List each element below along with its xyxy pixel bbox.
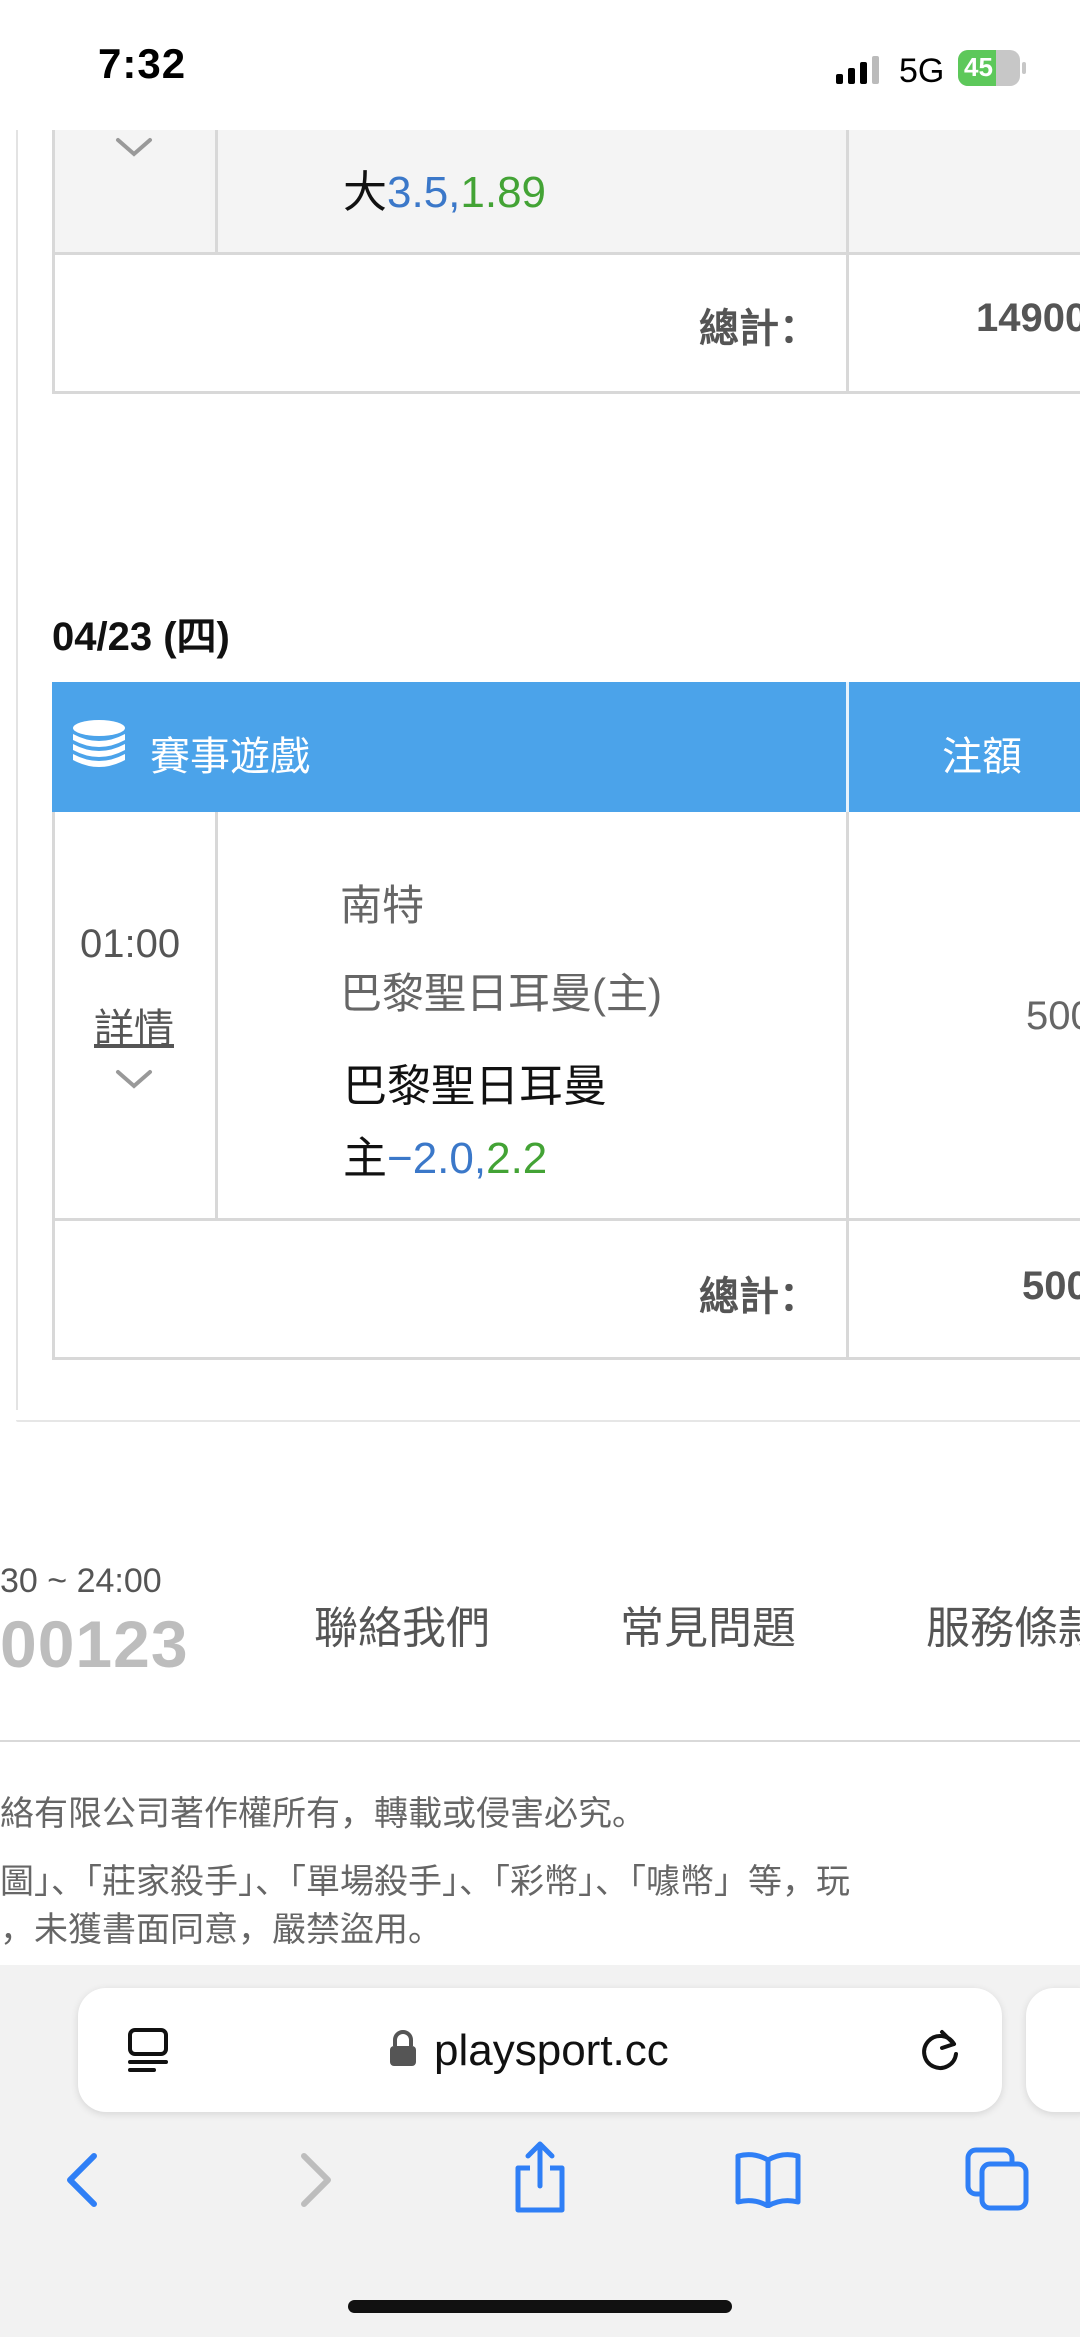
total-value: 500 [1022, 1264, 1080, 1308]
reload-icon[interactable] [914, 2024, 966, 2076]
pick-line: −2.0, [387, 1134, 487, 1183]
table-border [846, 812, 849, 1360]
chevron-down-icon[interactable] [114, 136, 154, 160]
pick-odds: 2.2 [486, 1134, 548, 1183]
url-text[interactable]: playsport.cc [434, 2026, 669, 2076]
bookmarks-icon[interactable] [734, 2150, 802, 2208]
content-frame-border [16, 130, 18, 1410]
previous-bet-pick: 大3.5,1.89 [343, 156, 546, 220]
share-icon[interactable] [510, 2140, 570, 2216]
away-team: 南特 [340, 882, 425, 929]
service-phone: 00123 [0, 1607, 189, 1681]
bet-odds: 1.89 [460, 168, 547, 217]
battery-level: 45 [964, 52, 993, 82]
section-date: 04/23 (四) [52, 615, 230, 659]
header-game-title: 賽事遊戲 [150, 735, 310, 779]
trademark-text-line-1: 圖」、「莊家殺手」、「單場殺手」、「彩幣」、「噱幣」等，玩 [0, 1863, 850, 1901]
pick-detail: 主−2.0,2.2 [343, 1122, 547, 1186]
game-time: 01:00 [80, 922, 181, 966]
lock-icon [390, 2030, 416, 2066]
forward-icon[interactable] [294, 2150, 338, 2210]
service-hours: 30 ~ 24:00 [0, 1562, 162, 1600]
home-indicator[interactable] [348, 2300, 732, 2313]
status-bar: 7:32 5G 45 [0, 0, 1080, 130]
table-border [215, 130, 218, 254]
table-border [52, 391, 1080, 394]
total-label: 總計： [699, 307, 819, 351]
network-type: 5G [899, 52, 945, 90]
game-details-link[interactable]: 詳情 [94, 996, 174, 1054]
pick-team: 巴黎聖日耳曼 [343, 1062, 607, 1111]
page-menu-icon[interactable] [124, 2026, 172, 2074]
status-time: 7:32 [98, 40, 187, 87]
bet-line: 3.5, [387, 168, 461, 217]
back-icon[interactable] [60, 2150, 104, 2210]
home-team: 巴黎聖日耳曼(主) [340, 970, 662, 1017]
previous-game-row [52, 130, 1080, 254]
footer-divider [0, 1740, 1080, 1742]
chevron-down-icon[interactable] [114, 1068, 154, 1092]
tabs-icon[interactable] [964, 2146, 1030, 2212]
table-border [52, 252, 1080, 255]
footer-link-terms[interactable]: 服務條款 [926, 1592, 1080, 1656]
coins-stack-icon [73, 720, 125, 767]
total-value: 14900 [976, 296, 1080, 340]
next-tab-preview[interactable] [1026, 1988, 1080, 2112]
table-border [215, 812, 218, 1220]
table-border [52, 130, 55, 394]
table-border [52, 1357, 1080, 1360]
content-frame-bottom [16, 1420, 1080, 1422]
cellular-signal-icon [836, 56, 879, 84]
total-label: 總計： [699, 1275, 819, 1319]
copyright-text: 絡有限公司著作權所有，轉載或侵害必究。 [0, 1795, 646, 1833]
pick-side: 主 [343, 1134, 387, 1183]
bet-type: 大 [343, 168, 387, 217]
header-divider [846, 682, 849, 812]
table-border [52, 812, 55, 1360]
footer-link-faq[interactable]: 常見問題 [620, 1592, 796, 1656]
table-border [52, 1218, 1080, 1221]
battery-icon: 45 [958, 50, 1026, 86]
trademark-text-line-2: ，未獲書面同意，嚴禁盜用。 [0, 1911, 442, 1949]
footer-link-contact[interactable]: 聯絡我們 [314, 1592, 490, 1656]
header-amount-title: 注額 [942, 735, 1022, 779]
table-border [846, 130, 849, 394]
game-amount: 500 [1026, 994, 1080, 1038]
